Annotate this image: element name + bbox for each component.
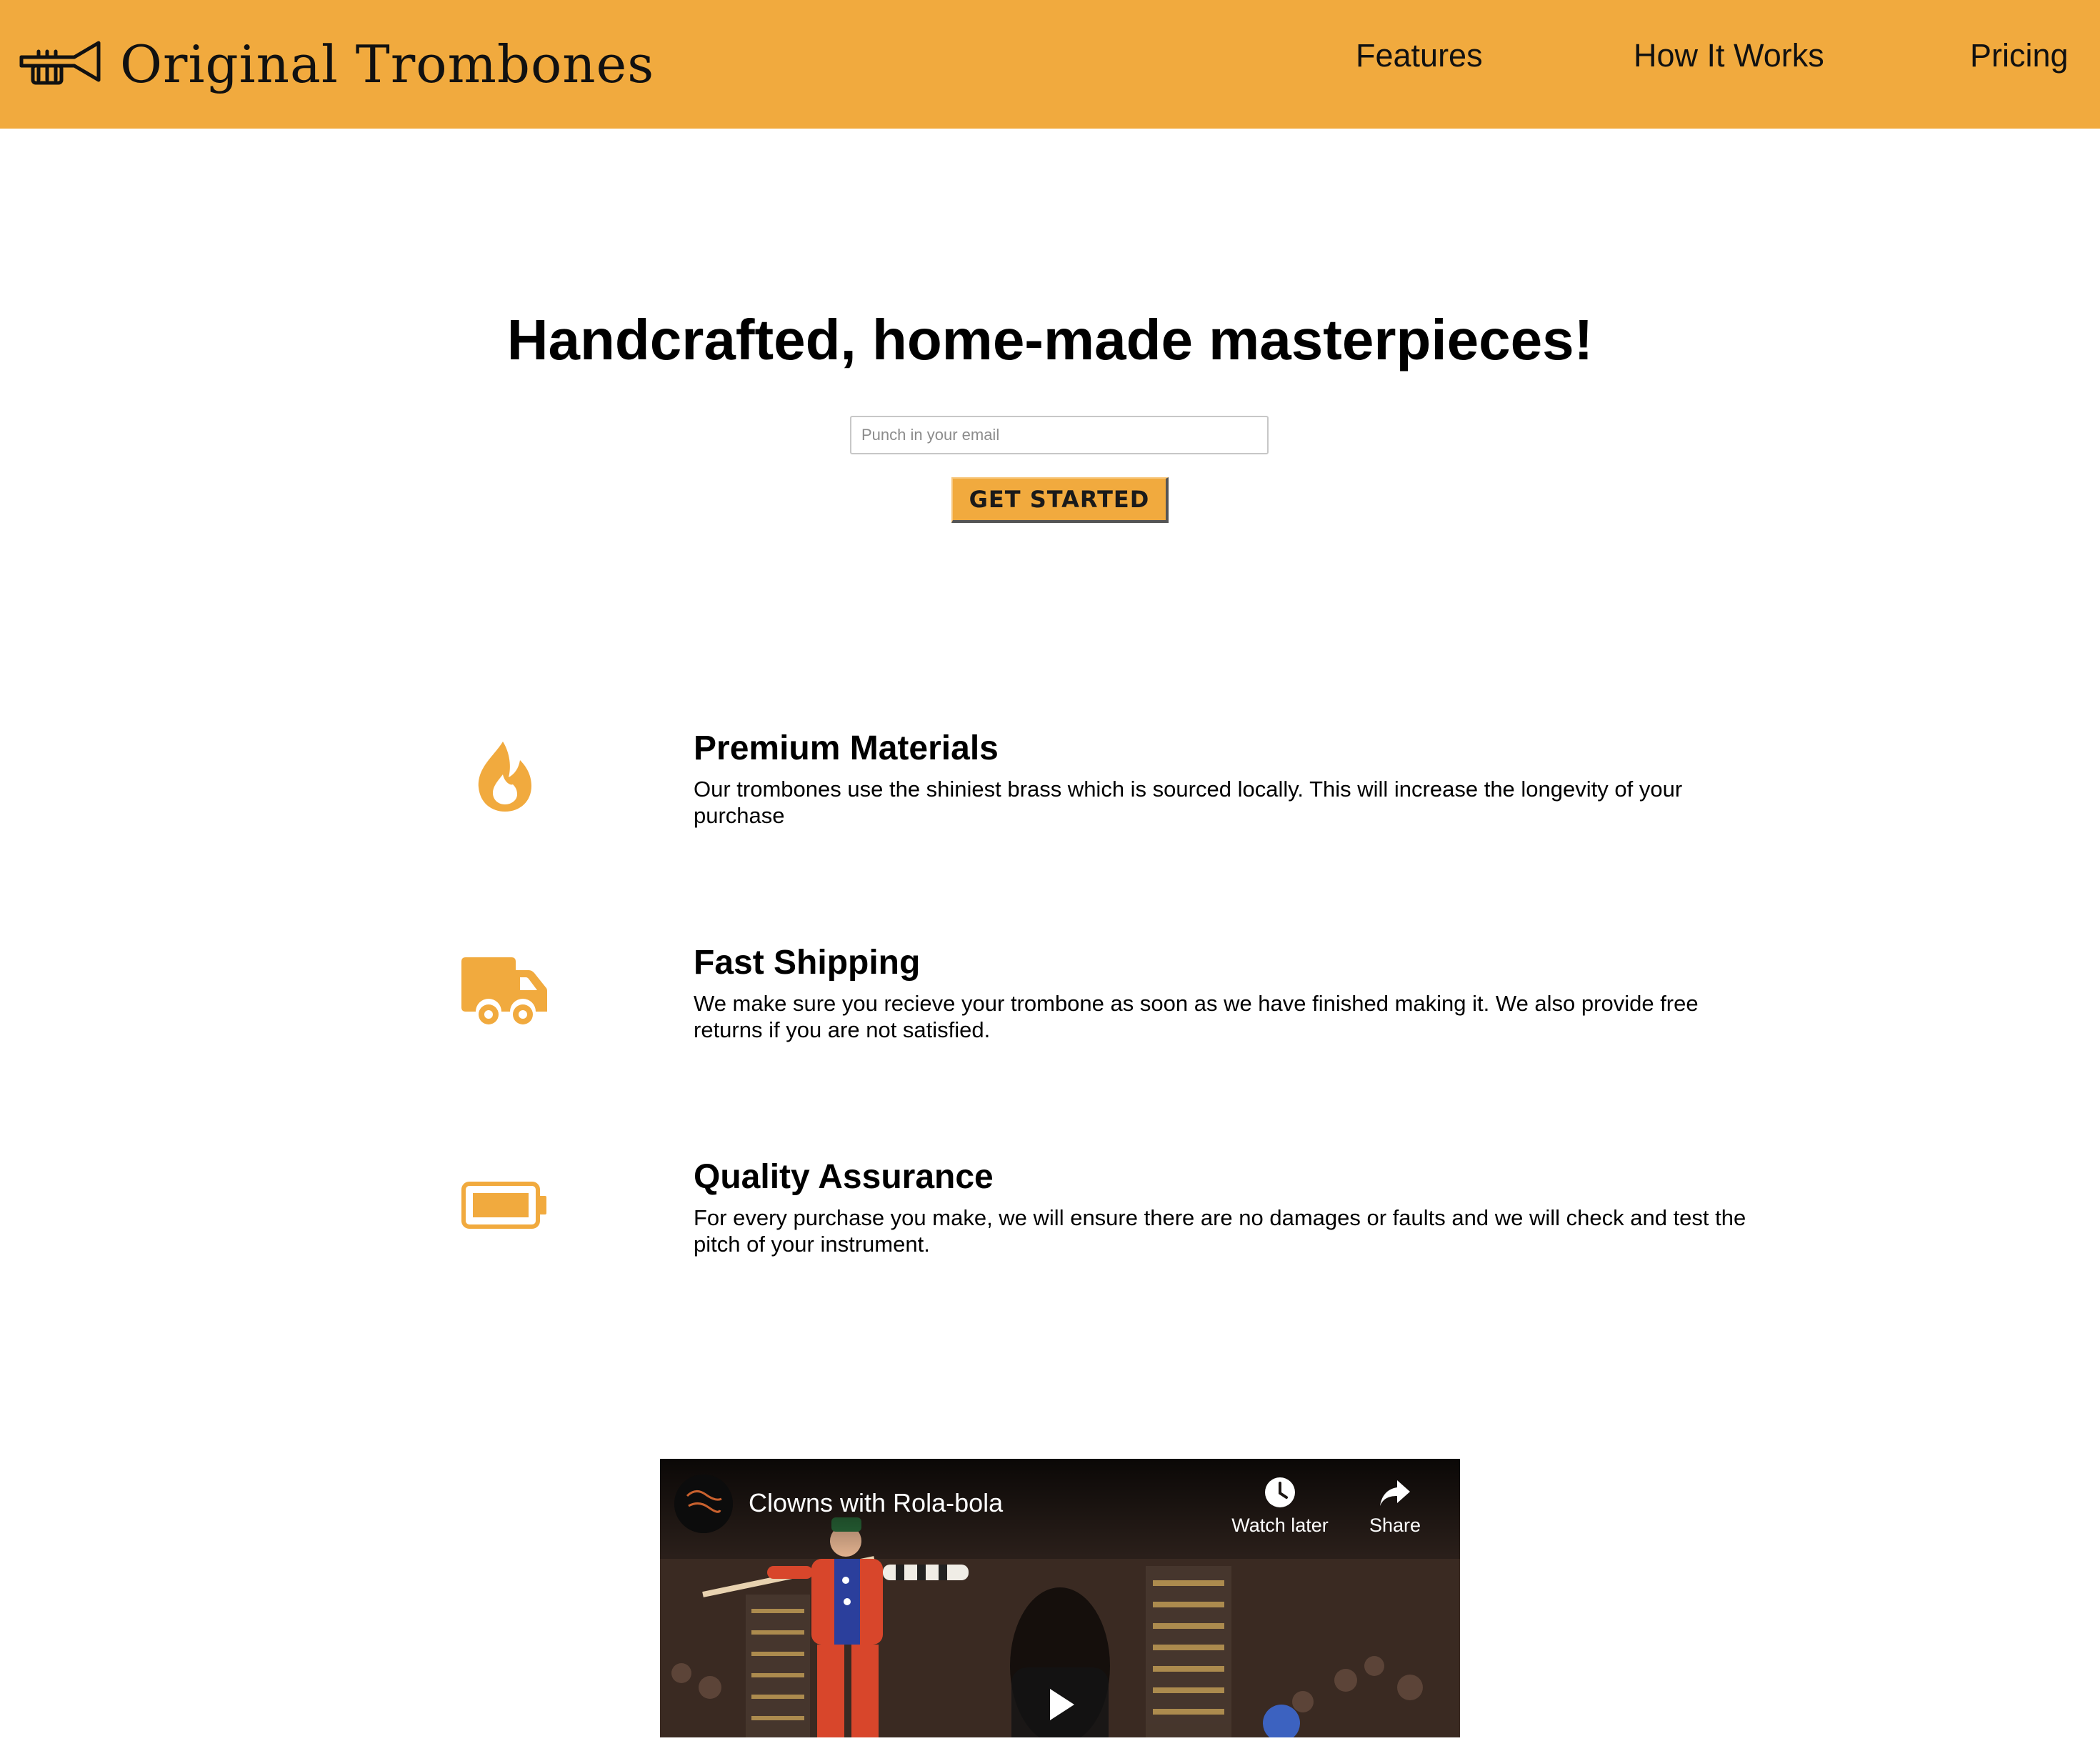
share-arrow-icon [1380, 1480, 1410, 1506]
get-started-button[interactable]: GET STARTED [951, 477, 1169, 523]
nav-features[interactable]: Features [1356, 37, 1483, 74]
truck-icon [461, 957, 547, 1024]
watch-later-button[interactable]: Watch later [1226, 1476, 1334, 1537]
play-button[interactable] [1011, 1667, 1109, 1737]
fire-icon [478, 742, 531, 812]
feature-title: Quality Assurance [694, 1158, 994, 1196]
site-header: Original Trombones Features How It Works… [0, 0, 2100, 129]
feature-description: For every purchase you make, we will ens… [694, 1205, 1746, 1257]
feature-title: Premium Materials [694, 729, 999, 767]
brand-logo[interactable]: Original Trombones [19, 29, 654, 100]
channel-avatar[interactable] [674, 1475, 733, 1533]
channel-logo-icon [674, 1475, 733, 1533]
feature-description: We make sure you recieve your trombone a… [694, 991, 1699, 1042]
brand-name: Original Trombones [120, 34, 655, 94]
share-button[interactable]: Share [1359, 1476, 1431, 1537]
feature-title: Fast Shipping [694, 944, 921, 982]
trumpet-icon [19, 41, 101, 85]
watch-later-label: Watch later [1231, 1515, 1329, 1536]
hero-title: Handcrafted, home-made masterpieces! [506, 308, 1594, 371]
video-title[interactable]: Clowns with Rola-bola [749, 1488, 1003, 1518]
battery-full-icon [461, 1182, 546, 1229]
clock-icon [1265, 1477, 1295, 1507]
share-label: Share [1369, 1515, 1421, 1536]
feature-description: Our trombones use the shiniest brass whi… [694, 777, 1683, 828]
email-input[interactable] [850, 416, 1269, 454]
play-icon [1050, 1689, 1074, 1720]
nav-pricing[interactable]: Pricing [1970, 37, 2069, 74]
nav-how-it-works[interactable]: How It Works [1634, 37, 1824, 74]
